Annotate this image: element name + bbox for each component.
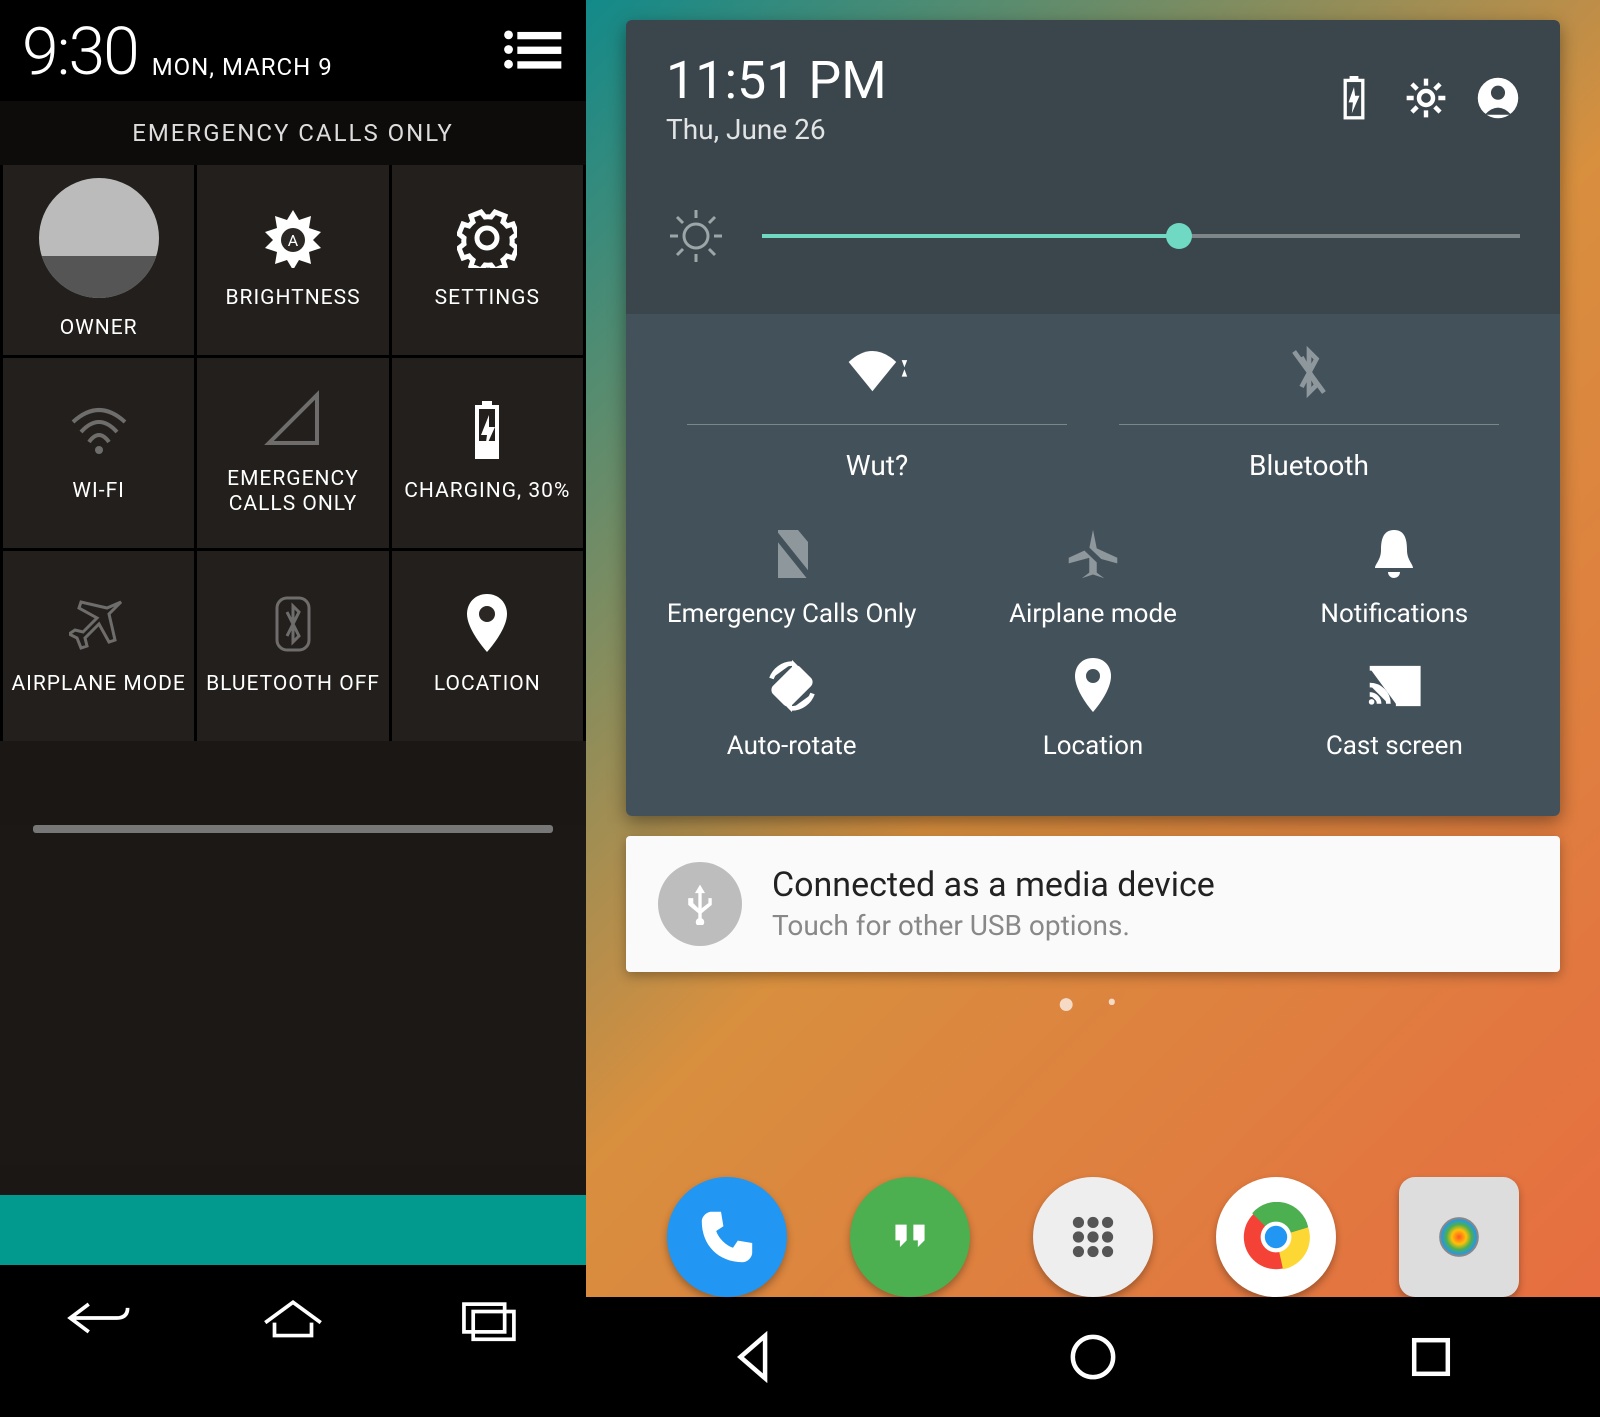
wifi-icon: [845, 344, 909, 400]
tile-label: OWNER: [56, 316, 142, 341]
recents-button[interactable]: [451, 1291, 525, 1345]
sun-icon: [666, 206, 726, 266]
tile-sim[interactable]: Emergency Calls Only: [646, 526, 937, 630]
gear-icon: [457, 208, 517, 268]
sim-off-icon: [764, 526, 820, 582]
tile-label: Airplane mode: [1009, 600, 1177, 630]
navigation-bar: [586, 1297, 1600, 1417]
slider-thumb[interactable]: [1166, 223, 1192, 249]
location-pin-icon: [1065, 658, 1121, 714]
svg-text:A: A: [288, 231, 299, 250]
cast-icon: [1366, 658, 1422, 714]
tile-notifications[interactable]: Notifications: [1249, 526, 1540, 630]
kitkat-quick-settings: 9:30 MON, MARCH 9 EMERGENCY CALLS ONLY O…: [0, 0, 586, 1417]
tile-label: Location: [1043, 732, 1144, 762]
tile-label: Emergency Calls Only: [667, 600, 917, 630]
clock: 9:30: [22, 14, 138, 91]
home-button[interactable]: [1065, 1329, 1121, 1385]
page-indicator: ● •: [586, 986, 1600, 1021]
bluetooth-off-icon: [1277, 344, 1341, 400]
tile-brightness[interactable]: A BRIGHTNESS: [197, 165, 388, 355]
airplane-off-icon: [1065, 526, 1121, 582]
tile-owner[interactable]: OWNER: [3, 165, 194, 355]
tile-cast[interactable]: Cast screen: [1249, 658, 1540, 762]
tile-label: WI-FI: [68, 479, 128, 504]
usb-icon: [658, 862, 742, 946]
airplane-icon: [69, 594, 129, 654]
lollipop-quick-settings: 11:51 PM Thu, June 26 Wut?: [586, 0, 1600, 1417]
tile-label: Notifications: [1320, 600, 1468, 630]
qs-tiles: Wut? Bluetooth Emergency Calls Only Airp…: [626, 314, 1560, 816]
home-button[interactable]: [256, 1291, 330, 1345]
tile-wifi[interactable]: WI-FI: [3, 358, 194, 548]
navigation-bar: [0, 1265, 586, 1417]
tile-label: BLUETOOTH OFF: [202, 672, 384, 697]
status-date: Thu, June 26: [666, 113, 887, 146]
app-phone[interactable]: [667, 1177, 787, 1297]
emergency-banner: EMERGENCY CALLS ONLY: [0, 101, 586, 165]
tile-label: CHARGING, 30%: [400, 479, 574, 504]
tile-label: LOCATION: [430, 672, 545, 697]
tile-label: EMERGENCY CALLS ONLY: [197, 467, 388, 517]
avatar-icon: [39, 178, 159, 298]
dock: [586, 1177, 1600, 1297]
brightness-slider[interactable]: [666, 206, 1520, 266]
tile-settings[interactable]: SETTINGS: [392, 165, 583, 355]
tile-label: SETTINGS: [431, 286, 544, 311]
tile-bluetooth[interactable]: Bluetooth: [1098, 344, 1520, 482]
tile-airplane[interactable]: Airplane mode: [947, 526, 1238, 630]
notification-subtitle: Touch for other USB options.: [772, 909, 1215, 942]
user-icon[interactable]: [1476, 76, 1520, 120]
drag-handle[interactable]: [33, 825, 553, 833]
signal-icon: [263, 389, 323, 449]
recents-button[interactable]: [1403, 1329, 1459, 1385]
tile-label: AIRPLANE MODE: [7, 672, 189, 697]
bell-icon: [1366, 526, 1422, 582]
app-camera[interactable]: [1399, 1177, 1519, 1297]
app-drawer[interactable]: [1033, 1177, 1153, 1297]
tile-label: BRIGHTNESS: [221, 286, 364, 311]
tile-wifi[interactable]: Wut?: [666, 344, 1088, 482]
tile-battery[interactable]: CHARGING, 30%: [392, 358, 583, 548]
notification-card[interactable]: Connected as a media device Touch for ot…: [626, 836, 1560, 972]
location-pin-icon: [457, 594, 517, 654]
bluetooth-icon: [263, 594, 323, 654]
back-button[interactable]: [61, 1291, 135, 1345]
tile-label: Auto-rotate: [727, 732, 857, 762]
notification-title: Connected as a media device: [772, 865, 1215, 905]
qs-header: 11:51 PM Thu, June 26: [626, 20, 1560, 314]
status-date: MON, MARCH 9: [152, 53, 333, 81]
shade-backdrop: [0, 825, 586, 1165]
tile-location[interactable]: LOCATION: [392, 551, 583, 741]
tile-label: Cast screen: [1326, 732, 1463, 762]
battery-icon: [1332, 76, 1376, 120]
settings-list-icon[interactable]: [502, 29, 562, 77]
tile-label: Bluetooth: [1249, 449, 1369, 482]
status-bar: 9:30 MON, MARCH 9: [0, 0, 586, 101]
app-hangouts[interactable]: [850, 1177, 970, 1297]
tile-airplane[interactable]: AIRPLANE MODE: [3, 551, 194, 741]
settings-icon[interactable]: [1404, 76, 1448, 120]
slider-track[interactable]: [762, 234, 1520, 238]
rotate-icon: [764, 658, 820, 714]
tile-signal[interactable]: EMERGENCY CALLS ONLY: [197, 358, 388, 548]
tile-bluetooth[interactable]: BLUETOOTH OFF: [197, 551, 388, 741]
app-chrome[interactable]: [1216, 1177, 1336, 1297]
clock: 11:51 PM: [666, 50, 887, 111]
battery-charging-icon: [457, 401, 517, 461]
tile-label: Wut?: [846, 449, 908, 482]
brightness-icon: A: [263, 208, 323, 268]
tile-location[interactable]: Location: [947, 658, 1238, 762]
tile-rotate[interactable]: Auto-rotate: [646, 658, 937, 762]
wifi-icon: [69, 401, 129, 461]
back-button[interactable]: [727, 1329, 783, 1385]
